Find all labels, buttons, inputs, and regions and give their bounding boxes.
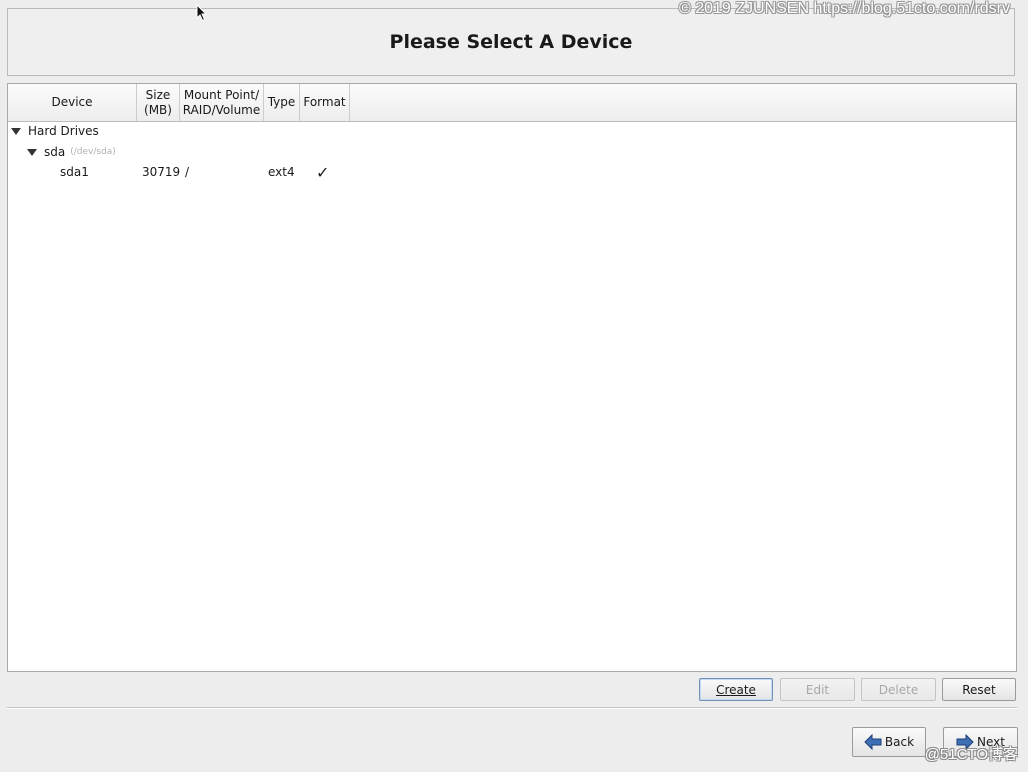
watermark-logo-text: @51CTO博客 [924,746,1018,763]
column-device[interactable]: Device [8,84,137,121]
column-type-label: Type [267,95,296,109]
column-device-label: Device [51,95,93,109]
disk-path: (/dev/sda) [70,147,116,157]
expander-icon[interactable] [11,127,21,135]
back-button-label: Back [884,735,915,749]
title-panel: Please Select A Device [7,8,1015,76]
device-tree[interactable]: Device Size (MB) Mount Point/ RAID/Volum… [7,83,1017,672]
device-table-header: Device Size (MB) Mount Point/ RAID/Volum… [8,84,1016,122]
reset-button-label: Reset [962,682,996,697]
page-title: Please Select A Device [389,31,633,53]
watermark-text: © 2019 ZJUNSEN https://blog.51cto.com/rd… [678,0,1010,17]
tree-row-hard-drives[interactable]: Hard Drives [11,121,99,141]
partition-name: sda1 [60,165,89,179]
create-button-label: Create [716,682,756,697]
expander-icon[interactable] [27,148,37,156]
back-arrow-icon [864,734,882,750]
mouse-pointer-icon [196,4,208,22]
edit-button[interactable]: Edit [780,678,855,701]
format-check-icon: ✓ [316,163,330,182]
column-size[interactable]: Size (MB) [137,84,180,121]
reset-button[interactable]: Reset [942,678,1016,701]
delete-button[interactable]: Delete [861,678,936,701]
column-size-label: Size [145,87,171,102]
column-mount-point[interactable]: Mount Point/ RAID/Volume [180,84,264,121]
column-mount-label: Mount Point/ [183,87,260,102]
column-format[interactable]: Format [300,84,350,121]
partition-type: ext4 [268,165,295,179]
column-format-label: Format [303,95,346,109]
tree-row-disk[interactable]: sda (/dev/sda) [27,142,116,162]
partition-size: 30719 [142,165,181,179]
back-button[interactable]: Back [852,727,926,757]
group-label: Hard Drives [28,124,99,138]
column-mount-sublabel: RAID/Volume [182,102,261,117]
divider [7,707,1017,709]
disk-name: sda [44,145,66,159]
partition-mount: / [185,165,190,179]
edit-button-label: Edit [805,682,830,697]
delete-button-label: Delete [878,682,919,697]
tree-row-partition[interactable]: sda1 30719 / ext4 ✓ [8,162,1016,182]
create-button[interactable]: Create [699,678,773,701]
column-size-unit: (MB) [144,102,172,117]
column-type[interactable]: Type [264,84,300,121]
